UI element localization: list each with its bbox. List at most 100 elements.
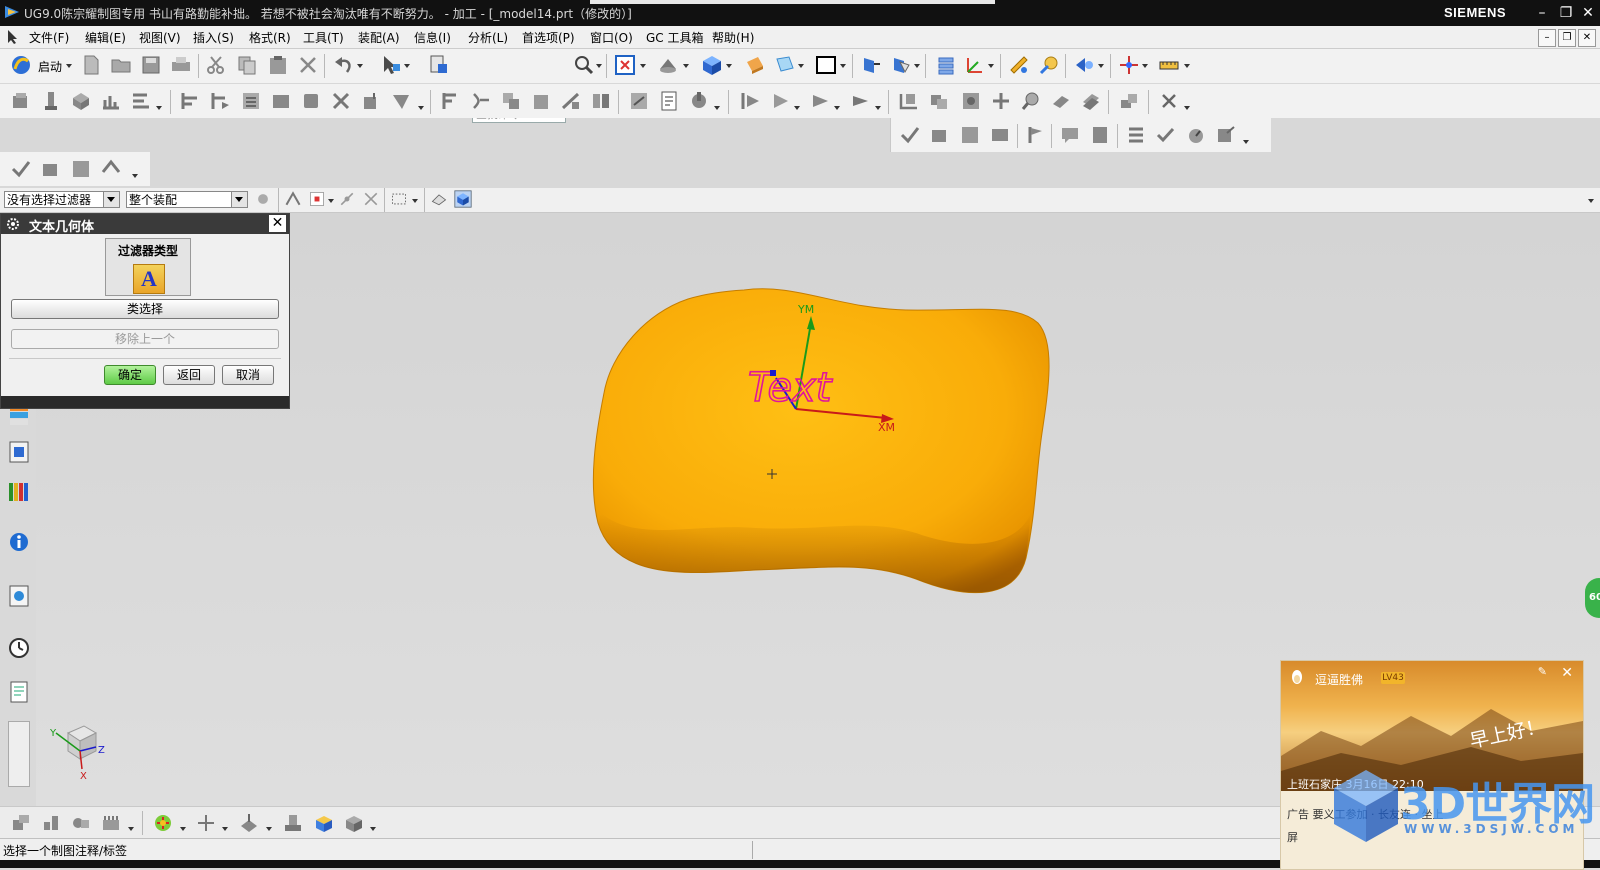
replay-toolpath-icon[interactable]: [210, 90, 232, 112]
scope-select[interactable]: 整个装配: [126, 191, 248, 208]
undo-dropdown-arrow[interactable]: [357, 64, 363, 68]
blank-icon[interactable]: [928, 90, 950, 112]
orient-view-icon[interactable]: [657, 54, 679, 76]
rectangle-select-icon[interactable]: [390, 190, 408, 208]
simulate-machine-icon[interactable]: [300, 90, 322, 112]
snap-midpoint-icon[interactable]: [308, 190, 326, 208]
datum-dropdown-arrow[interactable]: [180, 827, 186, 831]
snap-dropdown-arrow[interactable]: [328, 199, 334, 203]
cancel-button[interactable]: 取消: [222, 365, 274, 385]
select-objects-icon[interactable]: [380, 54, 402, 76]
wcs-icon[interactable]: [964, 54, 986, 76]
wcs-dropdown-arrow[interactable]: [988, 64, 994, 68]
print-icon[interactable]: [170, 54, 192, 76]
edit-section-icon[interactable]: [744, 54, 766, 76]
geometry-view-icon[interactable]: [810, 90, 832, 112]
menu-tools[interactable]: 工具(T): [303, 29, 344, 46]
dialog-close-button[interactable]: ✕: [269, 215, 286, 232]
generate-toolpath-icon[interactable]: [180, 90, 202, 112]
measure-angle-icon[interactable]: [1038, 54, 1060, 76]
menu-assembly[interactable]: 装配(A): [358, 29, 400, 46]
filterbar-overflow-arrow[interactable]: [1588, 199, 1594, 203]
clip-section-icon[interactable]: [774, 54, 796, 76]
contour-icon[interactable]: [1080, 90, 1102, 112]
start-icon[interactable]: [10, 54, 32, 76]
copy-object-icon[interactable]: [500, 90, 522, 112]
resource-scroll-buttons[interactable]: [8, 721, 30, 787]
layer-stack-icon[interactable]: [935, 54, 957, 76]
gauge-icon[interactable]: [1185, 124, 1207, 146]
view-direction-icon[interactable]: [1073, 54, 1095, 76]
undo-icon[interactable]: [333, 54, 355, 76]
reuse-library-icon[interactable]: [7, 479, 31, 505]
work-layer-icon[interactable]: [860, 54, 882, 76]
remove-last-button[interactable]: 移除上一个: [11, 329, 279, 349]
info-resource-icon[interactable]: [7, 529, 31, 555]
background-dropdown-arrow[interactable]: [840, 64, 846, 68]
edit-pencil-icon[interactable]: ✎: [1538, 665, 1547, 678]
export-ops-icon[interactable]: [1215, 124, 1237, 146]
view-direction-dropdown-arrow[interactable]: [1098, 64, 1104, 68]
menu-file[interactable]: 文件(F): [29, 29, 69, 46]
eraser-icon[interactable]: [430, 190, 448, 208]
menu-insert[interactable]: 插入(S): [193, 29, 234, 46]
menu-edit[interactable]: 编辑(E): [85, 29, 126, 46]
machine-tool-view-icon[interactable]: [770, 90, 792, 112]
create-operation-icon[interactable]: [130, 90, 152, 112]
tool-info-icon[interactable]: [658, 90, 680, 112]
tool-path-page-icon[interactable]: [1089, 124, 1111, 146]
select-all-icon[interactable]: [254, 190, 272, 208]
display-object-icon[interactable]: [590, 90, 612, 112]
section-dropdown-arrow[interactable]: [798, 64, 804, 68]
info-window-icon[interactable]: [428, 54, 450, 76]
machine-tool-icon[interactable]: [688, 90, 710, 112]
ruler-dropdown-arrow[interactable]: [1184, 64, 1190, 68]
copy-icon[interactable]: [236, 54, 258, 76]
feature-check-icon[interactable]: [10, 158, 32, 180]
chevron-down-icon[interactable]: [103, 192, 119, 207]
ruler-icon[interactable]: [1158, 54, 1180, 76]
measure-distance-icon[interactable]: [1008, 54, 1030, 76]
verify-ops-icon[interactable]: [1155, 124, 1177, 146]
postprocess-icon[interactable]: [360, 90, 382, 112]
delete-toolpath-icon[interactable]: [330, 90, 352, 112]
mill-area-icon[interactable]: [1118, 90, 1140, 112]
doc-minimize-button[interactable]: –: [1538, 29, 1556, 47]
menu-analysis[interactable]: 分析(L): [468, 29, 508, 46]
select-dropdown-arrow[interactable]: [404, 64, 410, 68]
paste-icon[interactable]: [267, 54, 289, 76]
flag-icon[interactable]: [1025, 124, 1047, 146]
menu-view[interactable]: 视图(V): [139, 29, 181, 46]
point-dropdown-arrow[interactable]: [222, 827, 228, 831]
render-dropdown-arrow[interactable]: [726, 64, 732, 68]
save-icon[interactable]: [140, 54, 162, 76]
fit-view-icon[interactable]: [614, 54, 636, 76]
type-filter-select[interactable]: 没有选择过滤器: [4, 191, 120, 208]
method-view-icon[interactable]: [850, 90, 872, 112]
insert-component-icon[interactable]: [10, 812, 32, 834]
operation-dropdown-arrow[interactable]: [1243, 140, 1249, 144]
start-dropdown-arrow[interactable]: [66, 64, 72, 68]
datum-csys-icon[interactable]: [282, 812, 304, 834]
geometry-dropdown-arrow[interactable]: [834, 106, 840, 110]
minimize-button[interactable]: –: [1532, 4, 1552, 22]
flat-icon[interactable]: [1050, 90, 1072, 112]
create-datum-icon[interactable]: [152, 812, 174, 834]
menu-help[interactable]: 帮助(H): [712, 29, 754, 46]
create-geometry-icon[interactable]: [70, 90, 92, 112]
snap-endpoint-icon[interactable]: [284, 190, 302, 208]
list-toolpath-icon[interactable]: [240, 90, 262, 112]
extrude-icon[interactable]: [312, 812, 334, 834]
block-icon[interactable]: [342, 812, 364, 834]
list-ops-icon[interactable]: [1125, 124, 1147, 146]
insert-feature-icon[interactable]: [40, 812, 62, 834]
fit-dropdown-arrow[interactable]: [640, 64, 646, 68]
cut-icon[interactable]: [205, 54, 227, 76]
create-tool-icon[interactable]: [40, 90, 62, 112]
feature-dropdown-arrow[interactable]: [132, 174, 138, 178]
shop-doc-icon[interactable]: [390, 90, 412, 112]
insert-boss-icon[interactable]: [70, 812, 92, 834]
annotation-anchor-point[interactable]: [770, 370, 776, 376]
menu-preferences[interactable]: 首选项(P): [522, 29, 575, 46]
ok-button[interactable]: 确定: [104, 365, 156, 385]
